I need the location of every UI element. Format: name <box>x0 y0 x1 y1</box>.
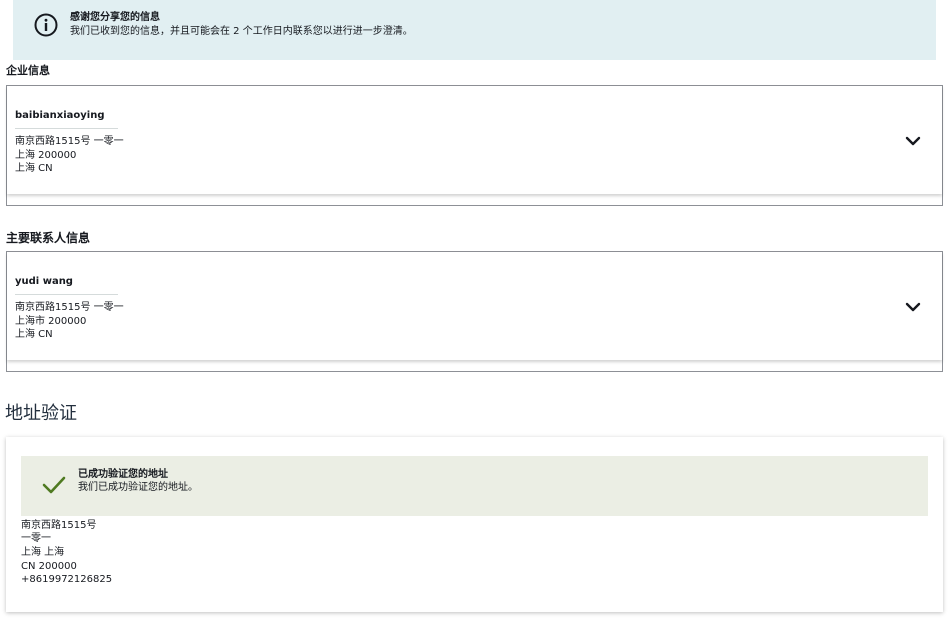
contact-address-line: 南京西路1515号 一零一 <box>15 302 124 313</box>
contact-address-line: 上海 CN <box>15 329 53 340</box>
verified-phone: +8619972126825 <box>21 574 113 585</box>
success-alert: 已成功验证您的地址 我们已成功验证您的地址。 <box>21 456 928 516</box>
verified-address-line: 南京西路1515号 <box>21 520 97 531</box>
chevron-down-icon[interactable] <box>904 300 922 314</box>
chevron-down-icon[interactable] <box>904 134 922 148</box>
alert-message: 我们已成功验证您的地址。 <box>78 482 198 493</box>
address-verification-card: 已成功验证您的地址 我们已成功验证您的地址。 南京西路1515号 一零一 上海 … <box>6 437 943 612</box>
verified-address-line: CN 200000 <box>21 561 77 572</box>
contact-card-body: yudi wang 南京西路1515号 一零一 上海市 200000 上海 CN <box>7 252 942 360</box>
contact-address-card[interactable]: yudi wang 南京西路1515号 一零一 上海市 200000 上海 CN <box>6 251 943 372</box>
banner-message: 我们已收到您的信息，并且可能会在 2 个工作日内联系您以进行进一步澄清。 <box>70 26 413 37</box>
banner-title: 感谢您分享您的信息 <box>70 12 160 23</box>
contact-address-line: 上海市 200000 <box>15 316 87 327</box>
contact-info-heading: 主要联系人信息 <box>6 231 91 245</box>
checkmark-icon <box>42 476 66 494</box>
divider <box>15 294 118 295</box>
company-address-card[interactable]: baibianxiaoying 南京西路1515号 一零一 上海 200000 … <box>6 85 943 206</box>
alert-title: 已成功验证您的地址 <box>78 469 168 480</box>
company-name: baibianxiaoying <box>15 110 105 121</box>
info-banner: 感谢您分享您的信息 我们已收到您的信息，并且可能会在 2 个工作日内联系您以进行… <box>13 0 936 60</box>
company-info-heading: 企业信息 <box>6 64 50 77</box>
company-address-line: 南京西路1515号 一零一 <box>15 136 124 147</box>
info-icon <box>34 13 58 37</box>
company-address-line: 上海 200000 <box>15 150 77 161</box>
verified-address-line: 上海 上海 <box>21 547 65 558</box>
company-card-body: baibianxiaoying 南京西路1515号 一零一 上海 200000 … <box>7 86 942 194</box>
address-verification-heading: 地址验证 <box>5 403 77 424</box>
company-address-line: 上海 CN <box>15 163 53 174</box>
divider <box>15 128 118 129</box>
verified-address-line: 一零一 <box>21 533 51 544</box>
contact-name: yudi wang <box>15 276 73 287</box>
